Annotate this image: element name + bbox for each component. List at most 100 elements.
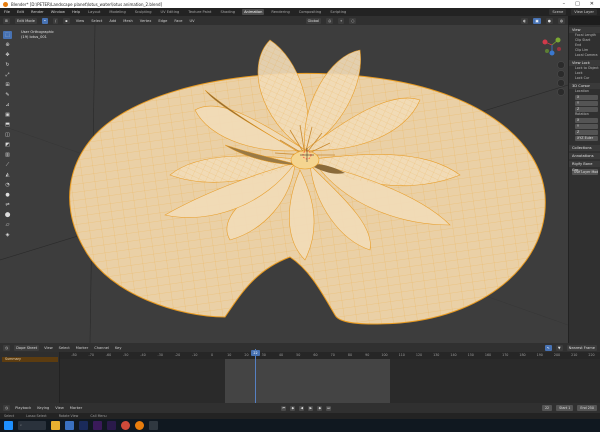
keying-menu[interactable]: Keying <box>36 406 50 410</box>
tab-shading[interactable]: Shading <box>218 9 237 15</box>
transform-orientation[interactable]: Global <box>305 17 322 24</box>
xray-icon[interactable]: ▣ <box>533 17 541 24</box>
inset-icon[interactable]: ◫ <box>3 131 12 139</box>
menu-uv[interactable]: UV <box>189 19 196 23</box>
tab-texture-paint[interactable]: Texture Paint <box>186 9 213 15</box>
cursor-icon[interactable]: ⊕ <box>3 41 12 49</box>
tab-rendering[interactable]: Rendering <box>269 9 291 15</box>
location-x-field[interactable]: X <box>575 95 598 100</box>
edge-slide-icon[interactable]: ⇌ <box>3 201 12 209</box>
terminal-icon[interactable] <box>149 421 158 430</box>
dopesheet-menu-marker[interactable]: Marker <box>75 346 89 350</box>
tab-modeling[interactable]: Modeling <box>107 9 127 15</box>
tab-compositing[interactable]: Compositing <box>297 9 324 15</box>
shrink-icon[interactable]: ⬤ <box>3 211 12 219</box>
premiere-icon[interactable] <box>93 421 102 430</box>
shear-icon[interactable]: ▱ <box>3 221 12 229</box>
snap-mode-select[interactable]: Nearest Frame <box>566 344 597 351</box>
prev-keyframe-icon[interactable]: ◆ <box>290 405 296 411</box>
rigify-layer-button[interactable]: Use Layer Mode Per... <box>572 169 598 175</box>
select-box-icon[interactable]: ⬚ <box>3 31 12 39</box>
rotation-x-field[interactable]: X <box>575 118 598 123</box>
photoshop-icon[interactable] <box>79 421 88 430</box>
vertex-select-button[interactable]: • <box>41 17 49 24</box>
menu-vertex[interactable]: Vertex <box>139 19 153 23</box>
tab-layout[interactable]: Layout <box>86 9 102 15</box>
shading-material-icon[interactable]: ◍ <box>557 17 565 24</box>
after-effects-icon[interactable] <box>107 421 116 430</box>
chrome-icon[interactable] <box>121 421 130 430</box>
scale-icon[interactable]: ⤢ <box>3 71 12 79</box>
timeline-editor-icon[interactable]: ◷ <box>3 405 11 411</box>
panel-collections-header[interactable]: Collections <box>569 145 600 151</box>
play-icon[interactable]: ▶ <box>308 405 314 411</box>
overlay-icon[interactable]: ◐ <box>521 17 529 24</box>
menu-render[interactable]: Render <box>30 10 45 14</box>
play-reverse-icon[interactable]: ◀ <box>299 405 305 411</box>
frame-end-field[interactable]: End 250 <box>577 405 597 411</box>
tab-animation[interactable]: Animation <box>242 9 265 15</box>
close-icon[interactable]: ✕ <box>590 1 594 7</box>
annotate-icon[interactable]: ✎ <box>3 91 12 99</box>
menu-select[interactable]: Select <box>90 19 103 23</box>
next-keyframe-icon[interactable]: ◆ <box>317 405 323 411</box>
edge-select-button[interactable]: / <box>53 17 59 24</box>
maximize-icon[interactable]: □ <box>575 1 580 7</box>
menu-add[interactable]: Add <box>108 19 117 23</box>
mail-icon[interactable] <box>65 421 74 430</box>
add-cube-icon[interactable]: ▣ <box>3 111 12 119</box>
only-selected-icon[interactable]: ↖ <box>544 344 552 351</box>
frame-start-field[interactable]: Start 1 <box>556 405 574 411</box>
poly-build-icon[interactable]: ◭ <box>3 171 12 179</box>
folder-icon[interactable] <box>51 421 60 430</box>
timeline-marker-menu[interactable]: Marker <box>69 406 83 410</box>
rotation-z-field[interactable]: Z <box>575 130 598 135</box>
loop-cut-icon[interactable]: ▥ <box>3 151 12 159</box>
extrude-icon[interactable]: ⬒ <box>3 121 12 129</box>
scene-selector[interactable]: Scene <box>549 9 567 15</box>
dopesheet-menu-key[interactable]: Key <box>114 346 123 350</box>
summary-channel[interactable]: Summary <box>2 357 58 362</box>
tab-scripting[interactable]: Scripting <box>328 9 348 15</box>
3d-viewport[interactable] <box>0 25 568 343</box>
playhead-line[interactable] <box>255 349 256 403</box>
panel-annotations-header[interactable]: Annotations <box>569 153 600 159</box>
snap-icon[interactable]: ⌖ <box>338 17 345 24</box>
jump-start-icon[interactable]: ⏮ <box>281 405 287 411</box>
dopesheet-menu-view[interactable]: View <box>43 346 54 350</box>
frame-ruler[interactable]: -80 -70 -60 -50 -40 -30 -20 -10 0 10 20 30 40 50 60 70 8… <box>0 352 600 359</box>
current-frame-indicator[interactable]: 22 <box>251 350 260 356</box>
spin-icon[interactable]: ◔ <box>3 181 12 189</box>
location-y-field[interactable]: Y <box>575 101 598 106</box>
minimize-icon[interactable]: – <box>563 1 566 7</box>
transform-icon[interactable]: ⊞ <box>3 81 12 89</box>
menu-help[interactable]: Help <box>71 10 81 14</box>
filter-icon[interactable]: ▼ <box>555 344 563 351</box>
shading-solid-icon[interactable]: ● <box>545 17 553 24</box>
face-select-button[interactable]: ▪ <box>63 17 70 24</box>
menu-window[interactable]: Window <box>50 10 66 14</box>
dopesheet-menu-channel[interactable]: Channel <box>93 346 110 350</box>
dopesheet-mode-select[interactable]: Dope Sheet <box>14 344 40 351</box>
jump-end-icon[interactable]: ⏭ <box>326 405 332 411</box>
bevel-icon[interactable]: ◩ <box>3 141 12 149</box>
playback-menu[interactable]: Playback <box>14 406 32 410</box>
menu-mesh[interactable]: Mesh <box>122 19 133 23</box>
measure-icon[interactable]: ⊿ <box>3 101 12 109</box>
windows-start-icon[interactable] <box>4 421 13 430</box>
timeline-view-menu[interactable]: View <box>54 406 65 410</box>
mode-selector[interactable]: Edit Mode <box>15 17 37 24</box>
view-layer-selector[interactable]: View Layer <box>571 9 597 15</box>
menu-edit[interactable]: Edit <box>16 10 25 14</box>
menu-view[interactable]: View <box>75 19 86 23</box>
blender-taskbar-icon[interactable] <box>135 421 144 430</box>
dopesheet-editor-icon[interactable]: ◷ <box>3 344 11 351</box>
pivot-icon[interactable]: ◎ <box>326 17 334 24</box>
panel-rigify-header[interactable]: Rigify Bone Gro... <box>569 161 600 172</box>
menu-face[interactable]: Face <box>173 19 183 23</box>
editor-type-button[interactable]: ⊞ <box>3 17 11 24</box>
move-icon[interactable]: ✥ <box>3 51 12 59</box>
knife-icon[interactable]: ⟋ <box>3 161 12 169</box>
proportional-edit-icon[interactable]: ○ <box>349 17 357 24</box>
rotation-y-field[interactable]: Y <box>575 124 598 129</box>
